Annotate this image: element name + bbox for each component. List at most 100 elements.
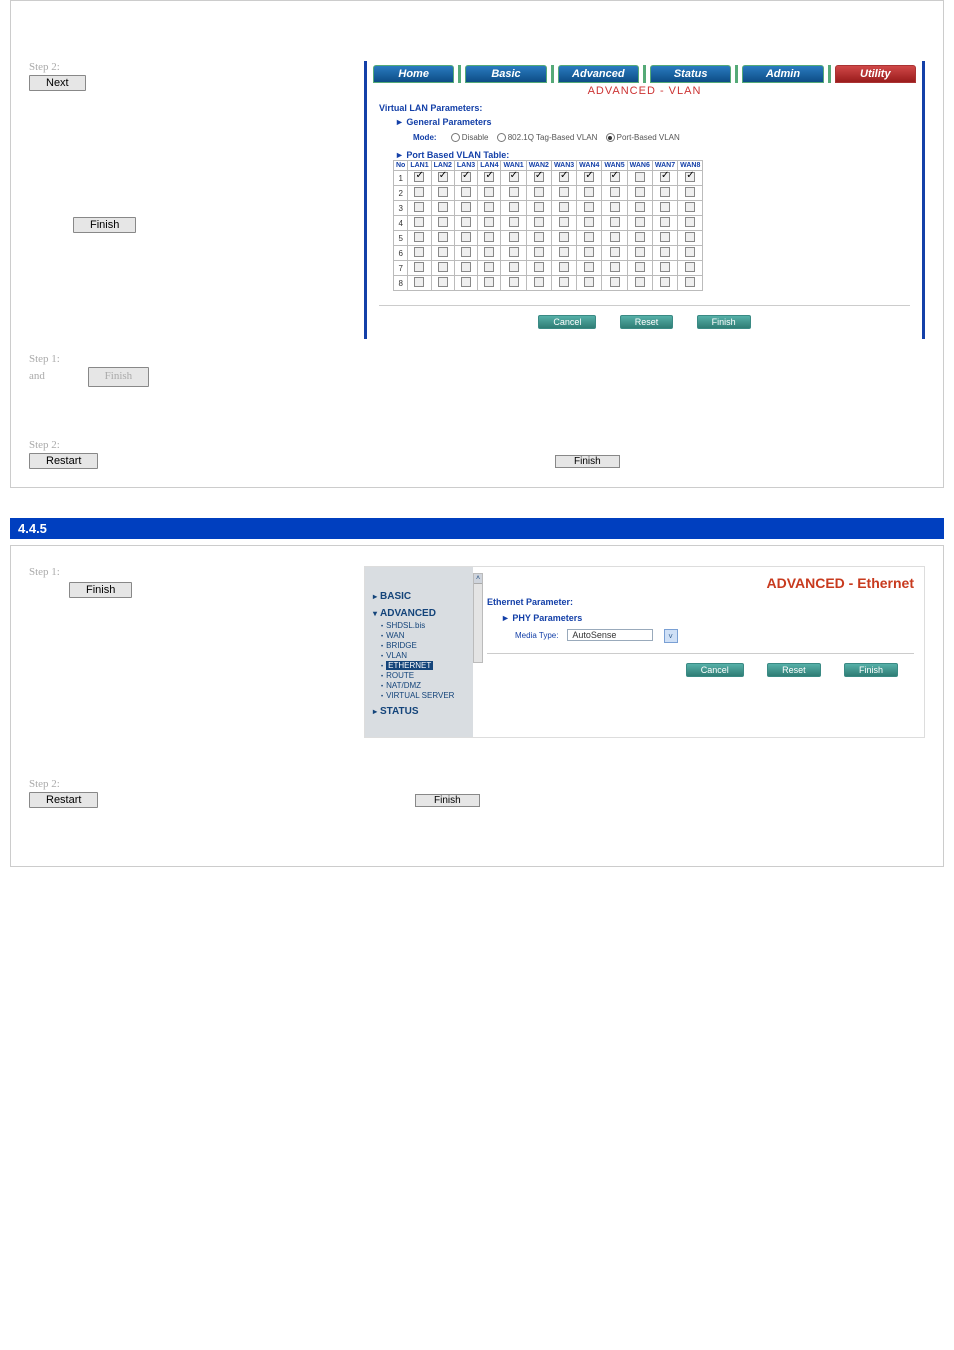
vlan-checkbox[interactable] [635,247,645,257]
vlan-checkbox[interactable] [509,247,519,257]
vlan-checkbox[interactable] [559,172,569,182]
vlan-checkbox[interactable] [685,217,695,227]
nav-item[interactable]: •ROUTE [381,671,465,680]
vlan-checkbox[interactable] [484,262,494,272]
vlan-checkbox[interactable] [484,277,494,287]
vlan-checkbox[interactable] [559,202,569,212]
vlan-checkbox[interactable] [685,232,695,242]
cancel-button[interactable]: Cancel [538,315,596,329]
vlan-checkbox[interactable] [438,187,448,197]
media-type-select[interactable]: AutoSense [567,629,653,641]
vlan-checkbox[interactable] [509,262,519,272]
vlan-checkbox[interactable] [660,187,670,197]
vlan-checkbox[interactable] [660,202,670,212]
finish-button[interactable]: Finish [844,663,898,677]
vlan-checkbox[interactable] [509,232,519,242]
vlan-checkbox[interactable] [584,202,594,212]
vlan-checkbox[interactable] [438,172,448,182]
vlan-checkbox[interactable] [610,247,620,257]
tab-advanced[interactable]: Advanced [558,65,639,83]
vlan-checkbox[interactable] [635,232,645,242]
vlan-checkbox[interactable] [461,217,471,227]
vlan-checkbox[interactable] [635,217,645,227]
vlan-checkbox[interactable] [559,187,569,197]
vlan-checkbox[interactable] [534,202,544,212]
vlan-checkbox[interactable] [484,202,494,212]
reset-button[interactable]: Reset [620,315,674,329]
nav-item[interactable]: •WAN [381,631,465,640]
vlan-checkbox[interactable] [660,232,670,242]
vlan-checkbox[interactable] [438,202,448,212]
vlan-checkbox[interactable] [509,217,519,227]
nav-item[interactable]: •NAT/DMZ [381,681,465,690]
vlan-checkbox[interactable] [509,187,519,197]
vlan-checkbox[interactable] [685,277,695,287]
vlan-checkbox[interactable] [610,202,620,212]
vlan-checkbox[interactable] [484,172,494,182]
mode-radio-tag[interactable] [497,133,506,142]
vlan-checkbox[interactable] [635,262,645,272]
vlan-checkbox[interactable] [509,172,519,182]
vlan-checkbox[interactable] [660,247,670,257]
vlan-checkbox[interactable] [484,217,494,227]
vlan-checkbox[interactable] [484,232,494,242]
vlan-checkbox[interactable] [461,172,471,182]
vlan-checkbox[interactable] [584,217,594,227]
vlan-checkbox[interactable] [584,172,594,182]
vlan-checkbox[interactable] [509,202,519,212]
vlan-checkbox[interactable] [534,172,544,182]
vlan-checkbox[interactable] [438,232,448,242]
vlan-checkbox[interactable] [610,217,620,227]
tab-status[interactable]: Status [650,65,731,83]
mode-radio-port[interactable] [606,133,615,142]
vlan-checkbox[interactable] [685,187,695,197]
vlan-checkbox[interactable] [685,262,695,272]
vlan-checkbox[interactable] [610,172,620,182]
vlan-checkbox[interactable] [559,232,569,242]
nav-advanced[interactable]: ▾ADVANCED [373,608,465,619]
vlan-checkbox[interactable] [438,262,448,272]
scroll-up-icon[interactable]: ˄ [474,574,482,584]
nav-item[interactable]: •ETHERNET [381,661,465,670]
tab-home[interactable]: Home [373,65,454,83]
vlan-checkbox[interactable] [559,262,569,272]
vlan-checkbox[interactable] [660,262,670,272]
vlan-checkbox[interactable] [685,202,695,212]
vlan-checkbox[interactable] [635,172,645,182]
vlan-checkbox[interactable] [534,217,544,227]
nav-item[interactable]: •BRIDGE [381,641,465,650]
vlan-checkbox[interactable] [660,172,670,182]
dropdown-icon[interactable]: ˅ [664,629,678,643]
vlan-checkbox[interactable] [534,187,544,197]
vlan-checkbox[interactable] [635,277,645,287]
tab-utility[interactable]: Utility [835,65,916,83]
vlan-checkbox[interactable] [461,187,471,197]
vlan-checkbox[interactable] [414,172,424,182]
finish-button[interactable]: Finish [697,315,751,329]
vlan-checkbox[interactable] [509,277,519,287]
vlan-checkbox[interactable] [461,277,471,287]
reset-button[interactable]: Reset [767,663,821,677]
vlan-checkbox[interactable] [584,247,594,257]
vlan-checkbox[interactable] [414,247,424,257]
scrollbar[interactable]: ˄ [473,573,483,663]
nav-item[interactable]: •VIRTUAL SERVER [381,691,465,700]
vlan-checkbox[interactable] [559,277,569,287]
vlan-checkbox[interactable] [461,202,471,212]
nav-basic[interactable]: ▸BASIC [373,591,465,602]
mode-radio-disable[interactable] [451,133,460,142]
vlan-checkbox[interactable] [414,187,424,197]
vlan-checkbox[interactable] [438,247,448,257]
vlan-checkbox[interactable] [414,202,424,212]
vlan-checkbox[interactable] [534,262,544,272]
vlan-checkbox[interactable] [414,277,424,287]
vlan-checkbox[interactable] [461,247,471,257]
vlan-checkbox[interactable] [685,172,695,182]
vlan-checkbox[interactable] [559,217,569,227]
vlan-checkbox[interactable] [484,187,494,197]
vlan-checkbox[interactable] [584,232,594,242]
vlan-checkbox[interactable] [438,277,448,287]
vlan-checkbox[interactable] [635,202,645,212]
vlan-checkbox[interactable] [610,187,620,197]
vlan-checkbox[interactable] [484,247,494,257]
